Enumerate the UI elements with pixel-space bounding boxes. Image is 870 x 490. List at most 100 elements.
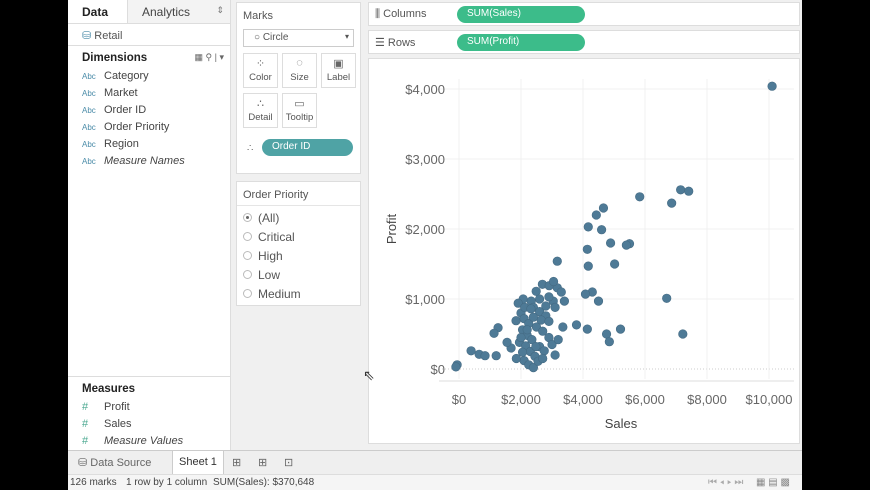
- data-point[interactable]: [548, 276, 559, 287]
- data-source-tab[interactable]: ⛁ Data Source: [72, 451, 168, 475]
- radio-button[interactable]: [243, 213, 252, 222]
- data-point[interactable]: [591, 210, 601, 220]
- data-point[interactable]: [516, 332, 526, 343]
- sheet-1-tab[interactable]: Sheet 1: [172, 451, 224, 475]
- data-point[interactable]: [610, 259, 620, 269]
- data-point[interactable]: [580, 289, 591, 299]
- dimension-field[interactable]: Abc Order ID: [68, 102, 230, 119]
- data-point[interactable]: [678, 329, 688, 339]
- label-button[interactable]: ▣ Label: [321, 53, 356, 88]
- y-tick-label: $2,000: [405, 222, 445, 237]
- data-point[interactable]: [550, 350, 560, 360]
- data-point[interactable]: [489, 328, 499, 338]
- data-point[interactable]: [526, 304, 536, 314]
- filter-option[interactable]: Medium: [237, 285, 360, 304]
- data-source-item[interactable]: ⛁ Retail: [68, 24, 230, 46]
- data-point[interactable]: [553, 335, 563, 345]
- filter-option[interactable]: Low: [237, 266, 360, 285]
- data-point[interactable]: [635, 192, 645, 202]
- data-point[interactable]: [535, 294, 545, 304]
- data-point[interactable]: [593, 296, 604, 306]
- new-worksheet-icon[interactable]: ⊞: [226, 451, 247, 475]
- dimension-field[interactable]: Abc Market: [68, 85, 230, 102]
- view-toggle-icons[interactable]: ▦ ▤ ▩: [756, 477, 790, 488]
- sheet-nav-icons[interactable]: ⏮ ◂ ▸ ⏭: [708, 477, 743, 488]
- grid-view-icon[interactable]: ▦: [195, 52, 204, 62]
- data-point[interactable]: [597, 225, 607, 235]
- new-dashboard-icon[interactable]: ⊞: [252, 451, 273, 475]
- columns-shelf[interactable]: ⫼ Columns SUM(Sales): [368, 2, 800, 26]
- data-point[interactable]: [538, 353, 548, 364]
- radio-button[interactable]: [243, 270, 252, 279]
- data-point[interactable]: [491, 351, 501, 361]
- sum-sales-pill[interactable]: SUM(Sales): [457, 6, 585, 23]
- measure-field[interactable]: # Measure Values: [68, 433, 230, 450]
- data-point[interactable]: [556, 287, 566, 297]
- measure-field[interactable]: # Sales: [68, 416, 230, 433]
- color-button[interactable]: ⁘ Color: [243, 53, 278, 88]
- data-point[interactable]: [466, 346, 476, 356]
- data-point[interactable]: [767, 81, 777, 91]
- data-point[interactable]: [522, 325, 532, 335]
- data-point[interactable]: [536, 315, 546, 325]
- search-icon[interactable]: ⚲: [206, 52, 213, 62]
- rows-shelf[interactable]: ☰ Rows SUM(Profit): [368, 30, 800, 54]
- data-point[interactable]: [511, 316, 521, 326]
- data-point[interactable]: [601, 329, 612, 339]
- data-point[interactable]: [531, 342, 541, 352]
- data-point[interactable]: [558, 322, 568, 332]
- data-point[interactable]: [621, 240, 631, 250]
- filter-option[interactable]: Critical: [237, 228, 360, 247]
- size-button[interactable]: ◌ Size: [282, 53, 317, 88]
- data-point[interactable]: [511, 353, 521, 364]
- tab-data[interactable]: Data: [68, 0, 128, 23]
- data-point[interactable]: [598, 203, 609, 213]
- y-tick-label: $4,000: [405, 82, 445, 97]
- dimension-field[interactable]: Abc Order Priority: [68, 119, 230, 136]
- data-point[interactable]: [583, 222, 593, 232]
- dimension-field[interactable]: Abc Region: [68, 136, 230, 153]
- data-point[interactable]: [615, 324, 626, 334]
- data-point[interactable]: [582, 244, 592, 254]
- data-point[interactable]: [583, 261, 593, 271]
- radio-button[interactable]: [243, 251, 252, 260]
- data-pane: Data Analytics ⇕ ⛁ Retail Dimensions ▦ ⚲ |…: [68, 0, 231, 450]
- new-story-icon[interactable]: ⊡: [278, 451, 299, 475]
- data-point[interactable]: [667, 198, 677, 208]
- data-point[interactable]: [604, 337, 614, 347]
- radio-button[interactable]: [243, 289, 252, 298]
- data-point[interactable]: [582, 324, 592, 334]
- sum-profit-pill[interactable]: SUM(Profit): [457, 34, 585, 51]
- tab-analytics-label: Analytics: [142, 5, 191, 19]
- data-point[interactable]: [550, 302, 560, 312]
- radio-button[interactable]: [243, 232, 252, 241]
- sort-icon[interactable]: ⇕: [216, 5, 224, 16]
- data-point[interactable]: [662, 293, 672, 303]
- filter-option[interactable]: (All): [237, 209, 360, 228]
- data-point[interactable]: [552, 256, 562, 266]
- data-point[interactable]: [684, 186, 694, 196]
- data-point[interactable]: [544, 316, 554, 327]
- mark-type-dropdown[interactable]: ○ Circle ▾: [243, 29, 354, 47]
- data-point[interactable]: [531, 286, 541, 296]
- order-id-pill[interactable]: Order ID: [262, 139, 353, 156]
- data-point[interactable]: [502, 337, 512, 348]
- tab-analytics[interactable]: Analytics ⇕: [128, 0, 230, 23]
- data-point[interactable]: [539, 346, 549, 356]
- filter-option[interactable]: High: [237, 247, 360, 266]
- data-point[interactable]: [571, 320, 582, 330]
- data-point[interactable]: [544, 292, 554, 302]
- chevron-down-icon[interactable]: ▾: [219, 52, 224, 62]
- tooltip-button[interactable]: ▭ Tooltip: [282, 93, 317, 128]
- data-point[interactable]: [541, 301, 551, 311]
- data-point[interactable]: [528, 312, 538, 322]
- data-point[interactable]: [559, 296, 569, 306]
- data-point[interactable]: [451, 362, 461, 372]
- dimension-field[interactable]: Abc Category: [68, 68, 230, 85]
- data-point[interactable]: [605, 238, 616, 248]
- measure-field[interactable]: # Profit: [68, 399, 230, 416]
- dimension-field[interactable]: Abc Measure Names: [68, 153, 230, 170]
- detail-button[interactable]: ∴ Detail: [243, 93, 278, 128]
- data-point[interactable]: [676, 185, 686, 195]
- data-point[interactable]: [480, 351, 490, 361]
